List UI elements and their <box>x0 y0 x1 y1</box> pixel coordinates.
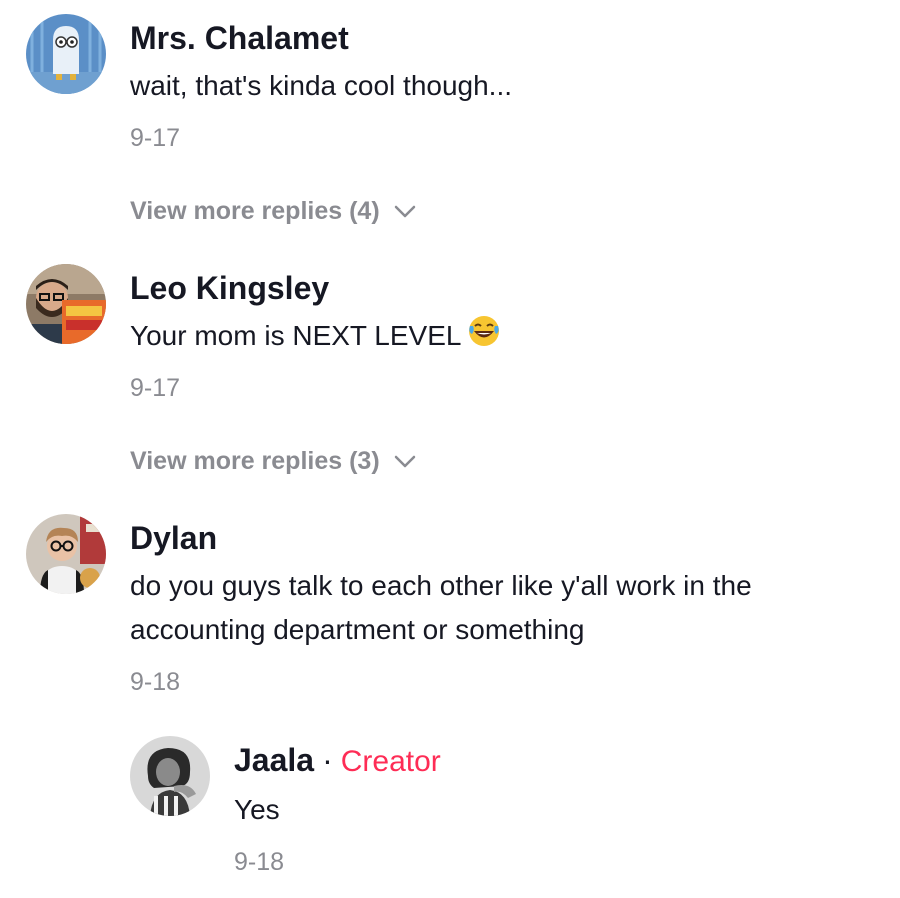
username[interactable]: Dylan <box>130 520 217 557</box>
comment-text: Your mom is NEXT LEVEL <box>130 314 501 361</box>
comment-text: Yes <box>234 794 280 825</box>
view-more-replies-button[interactable]: View more replies (3) <box>130 447 416 476</box>
person-avatar-icon <box>130 736 210 816</box>
username[interactable]: Mrs. Chalamet <box>130 20 349 57</box>
comment-date: 9-18 <box>130 668 181 696</box>
user-avatar[interactable] <box>26 514 106 594</box>
ghost-avatar-icon <box>26 14 106 94</box>
user-avatar[interactable] <box>130 736 210 816</box>
creator-badge: Creator <box>340 745 441 778</box>
username[interactable]: Jaala <box>234 742 314 778</box>
person-avatar-icon <box>26 264 106 344</box>
comment-text-line: accounting department or something <box>130 614 585 645</box>
view-more-replies-label: View more replies (4) <box>130 197 380 225</box>
view-more-replies-label: View more replies (3) <box>130 447 380 475</box>
comment-date: 9-17 <box>130 124 181 152</box>
separator-dot: · <box>322 742 333 778</box>
comment-date: 9-18 <box>234 848 285 876</box>
comment-text-content: Your mom is NEXT LEVEL <box>130 320 462 351</box>
comment-text-line: do you guys talk to each other like y'al… <box>130 570 752 601</box>
user-avatar[interactable] <box>26 14 106 94</box>
person-avatar-icon <box>26 514 106 594</box>
reply-username-line: Jaala · Creator <box>234 742 441 779</box>
chevron-down-icon <box>394 447 416 476</box>
chevron-down-icon <box>394 197 416 226</box>
comment-date: 9-17 <box>130 374 181 402</box>
comment-text: wait, that's kinda cool though... <box>130 70 513 101</box>
laughing-tears-emoji-icon <box>467 314 501 361</box>
user-avatar[interactable] <box>26 264 106 344</box>
username[interactable]: Leo Kingsley <box>130 270 329 307</box>
view-more-replies-button[interactable]: View more replies (4) <box>130 197 416 226</box>
